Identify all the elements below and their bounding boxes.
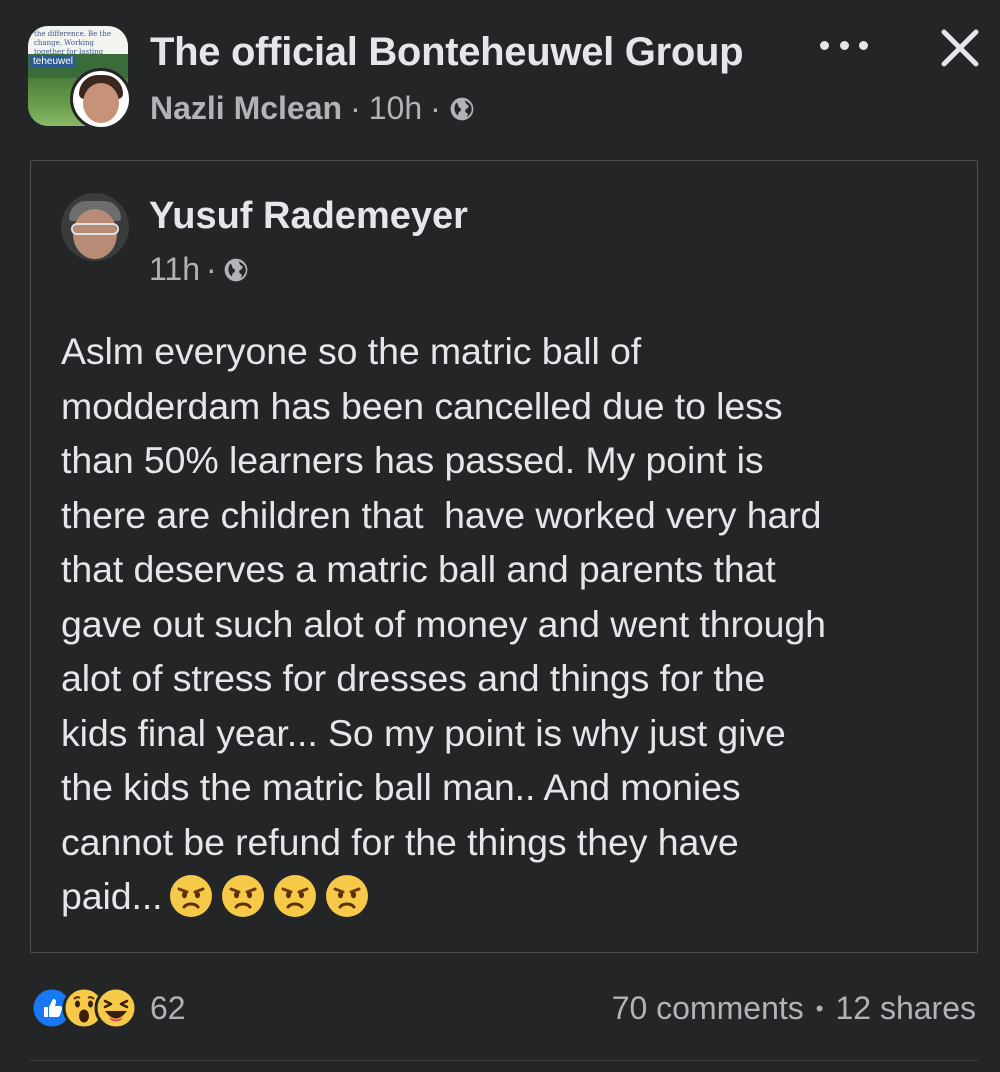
- post-meta: Nazli Mclean · 10h ·: [150, 90, 475, 127]
- angry-face-emoji: [326, 875, 369, 917]
- meta-separator: ·: [350, 90, 361, 126]
- group-thumbnail-banner-text: the difference. Be the change. Working t…: [28, 26, 128, 54]
- more-options-icon[interactable]: [820, 30, 868, 60]
- post-text-line: there are children that have worked very…: [61, 493, 822, 536]
- globe-icon: [224, 258, 248, 281]
- stats-separator: •: [815, 995, 824, 1021]
- reactions-summary[interactable]: 62: [30, 986, 186, 1030]
- angry-face-emoji: [274, 875, 317, 917]
- shared-author-avatar[interactable]: [61, 193, 129, 261]
- meta-separator: ·: [430, 90, 441, 126]
- reaction-count[interactable]: 62: [150, 990, 186, 1027]
- shared-post-card[interactable]: Yusuf Rademeyer 11h · Aslm everyone so t…: [30, 160, 978, 953]
- meta-separator: ·: [206, 251, 217, 287]
- avatar-glasses: [71, 223, 119, 235]
- shared-post-body: Aslm everyone so the matric ball of modd…: [61, 324, 951, 924]
- post-text-last-line: paid...: [61, 869, 951, 924]
- post-text-line: than 50% learners has passed. My point i…: [61, 439, 764, 481]
- comments-count-link[interactable]: 70 comments: [612, 990, 804, 1027]
- post-text-line: cannot be refund for the things they hav…: [61, 820, 739, 863]
- post-text-line: Aslm everyone so the matric ball of: [61, 330, 642, 372]
- footer-divider: [30, 1060, 978, 1061]
- post-text-line: paid...: [61, 875, 163, 917]
- haha-reaction-icon: [94, 986, 138, 1030]
- shared-post-meta: 11h ·: [149, 251, 249, 288]
- post-footer: 62 70 comments • 12 shares: [0, 970, 1000, 1061]
- more-dot: [839, 40, 849, 50]
- shares-count-link[interactable]: 12 shares: [835, 990, 976, 1027]
- post-text-line: the kids the matric ball man.. And monie…: [61, 766, 741, 808]
- shared-post-time[interactable]: 11h: [149, 251, 200, 288]
- angry-face-emoji: [222, 875, 265, 917]
- post-text-line: kids final year... So my point is why ju…: [61, 711, 786, 754]
- more-dot: [820, 40, 829, 50]
- poster-avatar[interactable]: [70, 68, 132, 130]
- angry-face-emoji: [170, 875, 213, 917]
- avatar-face: [83, 83, 119, 123]
- post-text-line: modderdam has been cancelled due to less: [61, 384, 783, 427]
- shared-author-name-link[interactable]: Yusuf Rademeyer: [149, 195, 468, 238]
- group-thumbnail-sub-text: teheuwel: [30, 56, 77, 67]
- post-header: the difference. Be the change. Working t…: [0, 0, 1000, 150]
- post-text-line: alot of stress for dresses and things fo…: [61, 657, 766, 699]
- post-time[interactable]: 10h: [369, 90, 422, 127]
- close-icon[interactable]: [938, 26, 982, 70]
- globe-icon: [450, 97, 474, 120]
- poster-name-link[interactable]: Nazli Mclean: [150, 90, 342, 127]
- group-name-link[interactable]: The official Bonteheuwel Group: [150, 30, 744, 75]
- post-text-line: that deserves a matric ball and parents …: [61, 548, 776, 590]
- more-dot: [859, 40, 868, 50]
- engagement-stats: 70 comments • 12 shares: [612, 990, 976, 1027]
- post-text-line: gave out such alot of money and went thr…: [61, 602, 826, 645]
